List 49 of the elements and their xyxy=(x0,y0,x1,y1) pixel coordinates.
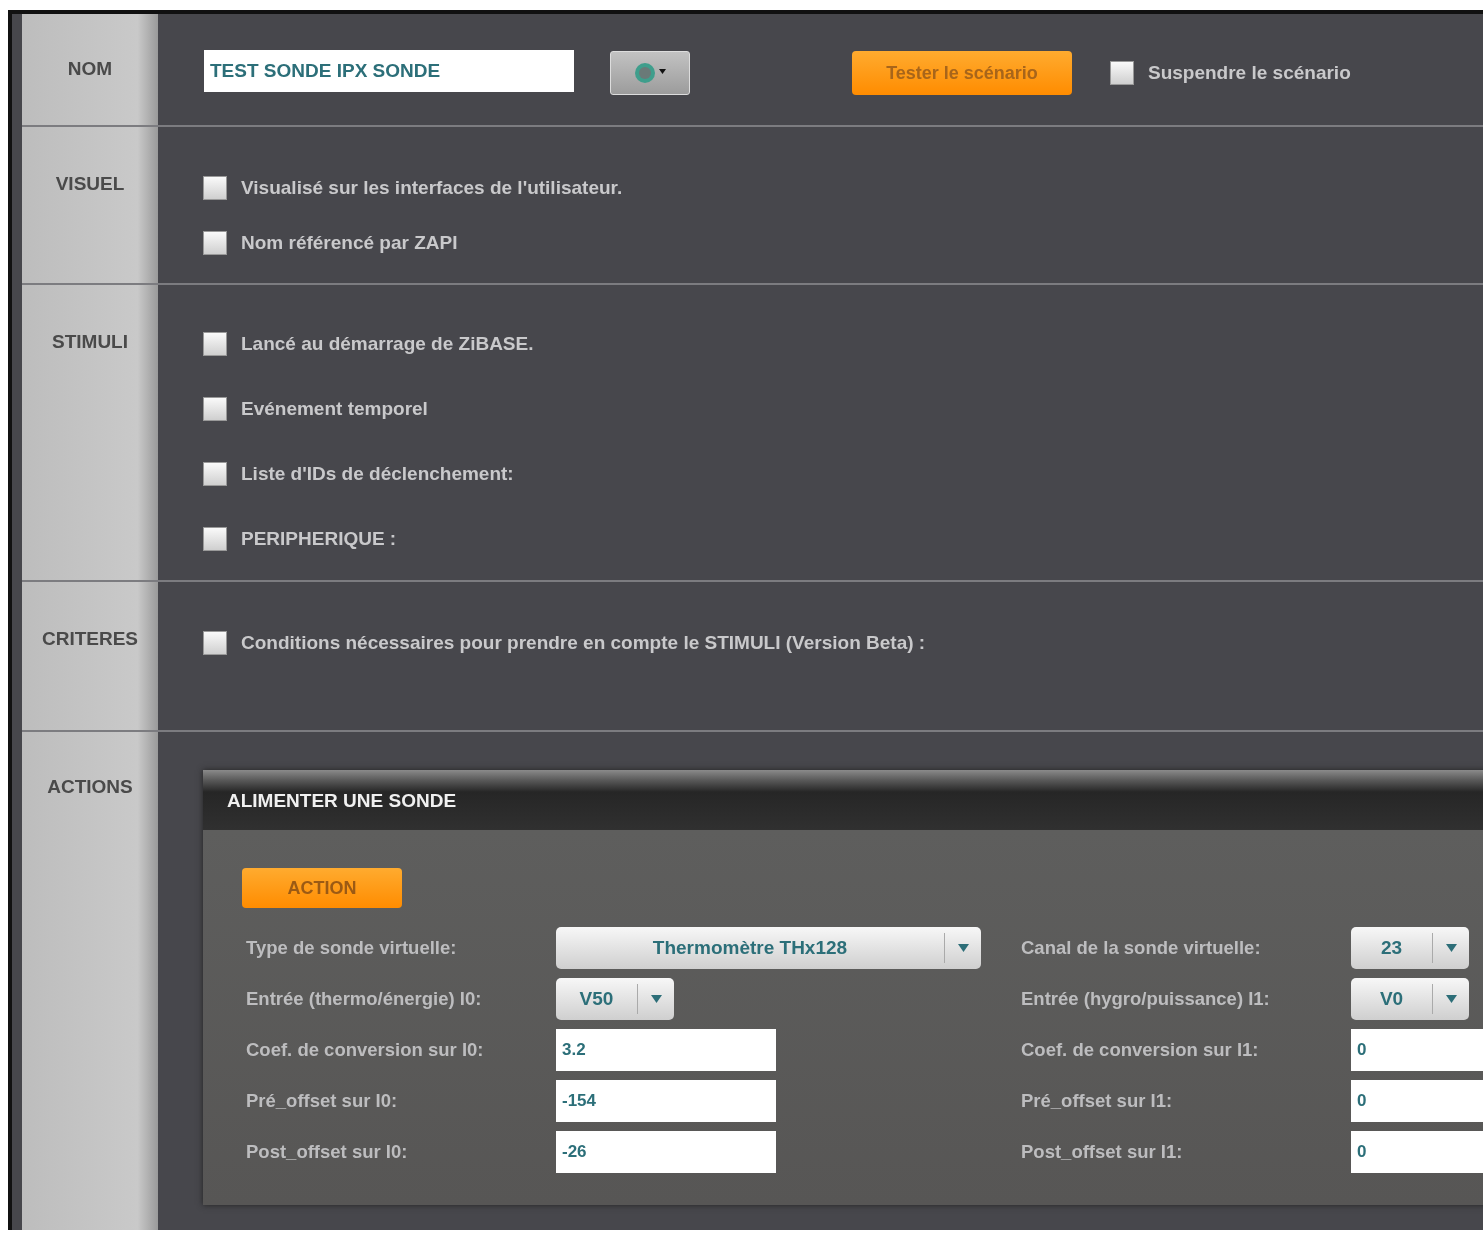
target-icon xyxy=(633,62,667,84)
input-field[interactable]: 0 xyxy=(1351,1079,1483,1122)
input-field[interactable]: 0 xyxy=(1351,1028,1483,1071)
checkbox-label: Liste d'IDs de déclenchement: xyxy=(241,463,514,485)
field-label: Pré_offset sur I1: xyxy=(1021,1089,1174,1112)
field-label: Coef. de conversion sur I0: xyxy=(246,1038,485,1061)
checkbox-label: Conditions nécessaires pour prendre en compte le STIMULI (Version Beta) : xyxy=(241,632,926,654)
caret-icon xyxy=(1445,943,1457,952)
section-label: NOM xyxy=(67,58,113,81)
field-label: Post_offset sur I0: xyxy=(246,1140,409,1163)
input-field[interactable]: -26 xyxy=(556,1130,776,1173)
checkbox-label: Nom référencé par ZAPI xyxy=(241,232,458,254)
dropdown[interactable]: 23 xyxy=(1351,926,1469,969)
checkbox-label: Evénement temporel xyxy=(241,398,428,420)
caret-icon xyxy=(650,994,662,1003)
checkbox[interactable] xyxy=(203,231,227,255)
checkbox-label: Visualisé sur les interfaces de l'utilisateur. xyxy=(241,177,623,199)
field-label: Canal de la sonde virtuelle: xyxy=(1021,936,1262,959)
field-label: Post_offset sur I1: xyxy=(1021,1140,1184,1163)
field-label: Coef. de conversion sur I1: xyxy=(1021,1038,1260,1061)
input-field[interactable]: 0 xyxy=(1351,1130,1483,1173)
checkbox[interactable] xyxy=(203,462,227,486)
section-label: STIMULI xyxy=(52,331,128,354)
caret-icon xyxy=(1445,994,1457,1003)
checkbox[interactable] xyxy=(203,332,227,356)
dropdown[interactable]: V0 xyxy=(1351,977,1469,1020)
dropdown[interactable]: V50 xyxy=(556,977,674,1020)
checkbox[interactable] xyxy=(203,397,227,421)
checkbox-label: Lancé au démarrage de ZiBASE. xyxy=(241,333,534,355)
section-label: CRITERES xyxy=(41,628,139,651)
panel-title: ALIMENTER UNE SONDE xyxy=(227,790,457,812)
caret-icon xyxy=(957,943,969,952)
field-label: Entrée (hygro/puissance) I1: xyxy=(1021,987,1271,1010)
field-label: Pré_offset sur I0: xyxy=(246,1089,399,1112)
input-field[interactable]: 3.2 xyxy=(556,1028,776,1071)
name-field[interactable]: TEST SONDE IPX SONDE xyxy=(204,50,574,92)
field-label: Type de sonde virtuelle: xyxy=(246,936,458,959)
checkbox[interactable] xyxy=(203,631,227,655)
checkbox-label: Suspendre le scénario xyxy=(1148,62,1351,84)
input-field[interactable]: -154 xyxy=(556,1079,776,1122)
field-label: Entrée (thermo/énergie) I0: xyxy=(246,987,483,1010)
checkbox[interactable] xyxy=(1110,61,1134,85)
section-label: ACTIONS xyxy=(47,776,133,799)
checkbox[interactable] xyxy=(203,527,227,551)
section-label: VISUEL xyxy=(55,173,125,196)
checkbox[interactable] xyxy=(203,176,227,200)
icon-dropdown[interactable] xyxy=(610,51,690,95)
checkbox-label: PERIPHERIQUE : xyxy=(241,528,397,550)
dropdown[interactable]: Thermomètre THx128 xyxy=(556,926,981,969)
